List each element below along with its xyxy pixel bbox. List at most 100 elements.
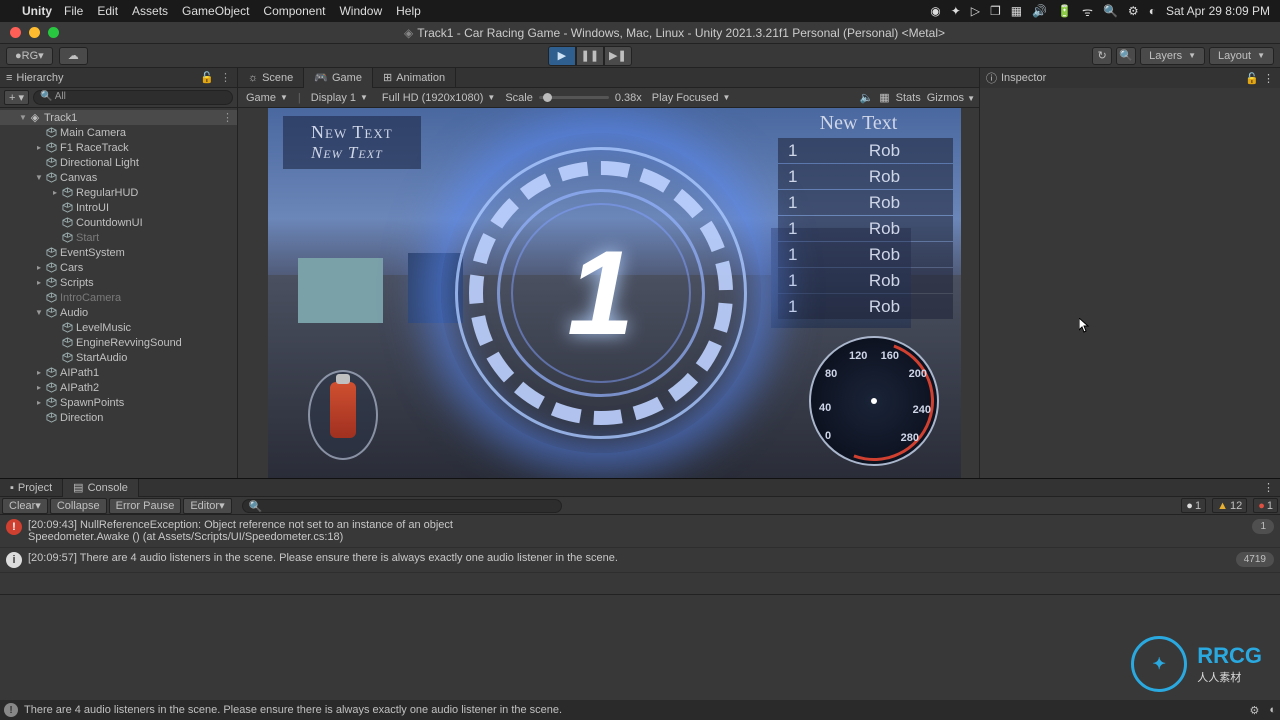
stats-button[interactable]: Stats xyxy=(896,92,921,104)
menu-edit[interactable]: Edit xyxy=(97,4,118,18)
scale-slider[interactable] xyxy=(539,96,609,99)
hud-text-box: New Text New Text xyxy=(283,116,421,169)
console-search[interactable]: 🔍 xyxy=(242,499,562,513)
status-icon-2[interactable]: ◐ xyxy=(1269,704,1276,716)
scene-root[interactable]: ▼◈Track1⋮ xyxy=(0,110,237,125)
account-dropdown[interactable]: ● RG ▾ xyxy=(6,47,53,65)
global-search-icon[interactable]: 🔍 xyxy=(1116,47,1136,65)
statusbar-control-icon[interactable]: ⚙ xyxy=(1128,4,1139,18)
hierarchy-item[interactable]: Start xyxy=(0,230,237,245)
create-dropdown[interactable]: + ▾ xyxy=(4,90,29,105)
gameobject-icon xyxy=(44,262,58,273)
gizmos-dropdown[interactable]: Gizmos ▼ xyxy=(927,92,975,104)
statusbar-volume-icon[interactable]: 🔊 xyxy=(1032,4,1047,18)
tab-animation[interactable]: ⊞ Animation xyxy=(373,68,456,88)
close-window[interactable] xyxy=(10,27,21,38)
statusbar-wifi-icon[interactable]: ᯤ xyxy=(1082,3,1093,20)
hierarchy-item[interactable]: ▸AIPath2 xyxy=(0,380,237,395)
console-log-entry[interactable]: i[20:09:57] There are 4 audio listeners … xyxy=(0,548,1280,573)
statusbar-clock[interactable]: Sat Apr 29 8:09 PM xyxy=(1166,4,1270,18)
tab-console[interactable]: ▤ Console xyxy=(63,479,139,497)
hierarchy-item[interactable]: Main Camera xyxy=(0,125,237,140)
hierarchy-item[interactable]: ▸Scripts xyxy=(0,275,237,290)
menu-assets[interactable]: Assets xyxy=(132,4,168,18)
gameobject-icon xyxy=(44,292,58,303)
game-viewport[interactable]: New Text New Text New Text 1Rob1Rob1Rob1… xyxy=(268,108,961,478)
lock-icon[interactable]: 🔓 xyxy=(1245,72,1259,85)
hierarchy-search[interactable]: 🔍 All xyxy=(33,90,233,105)
error-count[interactable]: ●1 xyxy=(1253,498,1278,513)
gizmos-stats-icon[interactable]: ▦ xyxy=(879,91,889,104)
hierarchy-item[interactable]: CountdownUI xyxy=(0,215,237,230)
hierarchy-tab[interactable]: ≡ Hierarchy🔓⋮ xyxy=(0,68,237,88)
minimize-window[interactable] xyxy=(29,27,40,38)
step-button[interactable]: ▶❚ xyxy=(604,46,632,66)
log-count-badge: 4719 xyxy=(1236,552,1274,567)
panel-menu-icon[interactable]: ⋮ xyxy=(220,71,231,84)
hierarchy-item[interactable]: ▸SpawnPoints xyxy=(0,395,237,410)
info-count[interactable]: ●1 xyxy=(1181,498,1206,513)
gameobject-icon xyxy=(44,127,58,138)
statusbar-battery-icon[interactable]: 🔋 xyxy=(1057,4,1072,18)
hierarchy-item[interactable]: ▸RegularHUD xyxy=(0,185,237,200)
menu-help[interactable]: Help xyxy=(396,4,421,18)
collapse-button[interactable]: Collapse xyxy=(50,498,107,514)
tab-scene[interactable]: ☼ Scene xyxy=(238,68,304,88)
gameobject-icon xyxy=(44,382,58,393)
statusbar-siri-icon[interactable]: ◐ xyxy=(1149,4,1156,18)
layout-dropdown[interactable]: Layout▼ xyxy=(1209,47,1274,65)
statusbar-record-icon[interactable]: ◉ xyxy=(930,4,940,18)
statusbar-date-icon[interactable]: ▦ xyxy=(1011,4,1022,18)
status-icon-1[interactable]: ⚙ xyxy=(1249,704,1259,717)
display-dropdown[interactable]: Display 1▼ xyxy=(307,90,372,106)
hierarchy-item[interactable]: EngineRevvingSound xyxy=(0,335,237,350)
console-log-list[interactable]: ![20:09:43] NullReferenceException: Obje… xyxy=(0,515,1280,594)
hierarchy-item[interactable]: ▸F1 RaceTrack xyxy=(0,140,237,155)
inspector-tab[interactable]: ⓘ Inspector🔓 ⋮ xyxy=(980,68,1280,88)
panel-menu-icon[interactable]: ⋮ xyxy=(1263,481,1274,494)
statusbar-search-icon[interactable]: 🔍 xyxy=(1103,4,1118,18)
statusbar-screens-icon[interactable]: ❐ xyxy=(990,4,1001,18)
statusbar-unity-icon[interactable]: ✦ xyxy=(951,4,961,18)
clear-button[interactable]: Clear ▾ xyxy=(2,498,48,514)
hierarchy-item[interactable]: ▼Canvas xyxy=(0,170,237,185)
hierarchy-item[interactable]: EventSystem xyxy=(0,245,237,260)
play-button[interactable]: ▶ xyxy=(548,46,576,66)
console-log-entry[interactable]: ![20:09:43] NullReferenceException: Obje… xyxy=(0,515,1280,548)
leaderboard: 1Rob1Rob1Rob1Rob1Rob1Rob1Rob xyxy=(778,138,953,320)
statusbar-play-icon[interactable]: ▷ xyxy=(971,4,980,18)
mute-audio-icon[interactable]: 🔈 xyxy=(860,91,874,104)
hierarchy-item[interactable]: Direction xyxy=(0,410,237,425)
warning-count[interactable]: ▲12 xyxy=(1212,498,1247,513)
hierarchy-tree[interactable]: ▼◈Track1⋮ Main Camera▸F1 RaceTrackDirect… xyxy=(0,108,237,478)
menu-window[interactable]: Window xyxy=(339,4,382,18)
maximize-window[interactable] xyxy=(48,27,59,38)
undo-history-icon[interactable]: ↻ xyxy=(1092,47,1112,65)
tab-game[interactable]: 🎮 Game xyxy=(304,68,373,88)
hierarchy-item[interactable]: Directional Light xyxy=(0,155,237,170)
cloud-button[interactable]: ☁ xyxy=(59,47,88,65)
layers-dropdown[interactable]: Layers▼ xyxy=(1140,47,1205,65)
game-view-panel: ☼ Scene 🎮 Game ⊞ Animation Game▼ | Displ… xyxy=(238,68,980,478)
hierarchy-item[interactable]: LevelMusic xyxy=(0,320,237,335)
resolution-dropdown[interactable]: Full HD (1920x1080)▼ xyxy=(378,90,499,106)
app-name[interactable]: Unity xyxy=(22,4,52,18)
editor-dropdown[interactable]: Editor ▾ xyxy=(183,498,231,514)
hierarchy-item[interactable]: StartAudio xyxy=(0,350,237,365)
gameobject-icon xyxy=(44,277,58,288)
menu-component[interactable]: Component xyxy=(263,4,325,18)
lock-icon[interactable]: 🔓 xyxy=(200,71,214,84)
hierarchy-item[interactable]: IntroCamera xyxy=(0,290,237,305)
error-pause-button[interactable]: Error Pause xyxy=(109,498,182,514)
hierarchy-item[interactable]: IntroUI xyxy=(0,200,237,215)
pause-button[interactable]: ❚❚ xyxy=(576,46,604,66)
panel-menu-icon[interactable]: ⋮ xyxy=(1263,72,1274,85)
hierarchy-item[interactable]: ▸Cars xyxy=(0,260,237,275)
hierarchy-item[interactable]: ▸AIPath1 xyxy=(0,365,237,380)
hierarchy-item[interactable]: ▼Audio xyxy=(0,305,237,320)
tab-project[interactable]: ▪ Project xyxy=(0,479,63,497)
menu-file[interactable]: File xyxy=(64,4,83,18)
play-focused-dropdown[interactable]: Play Focused▼ xyxy=(648,90,735,106)
game-mode-dropdown[interactable]: Game▼ xyxy=(242,90,292,106)
menu-gameobject[interactable]: GameObject xyxy=(182,4,249,18)
